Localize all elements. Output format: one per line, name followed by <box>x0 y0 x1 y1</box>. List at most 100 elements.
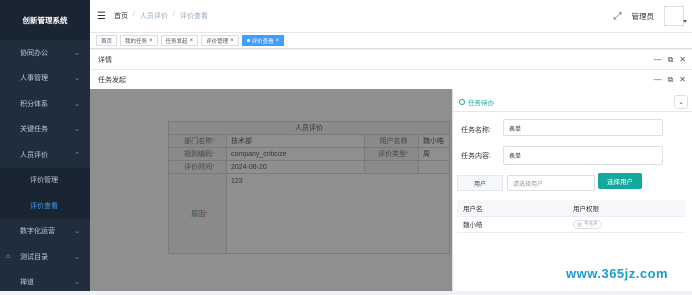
tag-label: 首页 <box>101 37 112 45</box>
user-field-label: 用户 <box>457 175 503 191</box>
sidebar: 创新管理系统 协同办公⌄ 人事管理 ⌄ 积分体系 ⌄ 关键任务 ⌄ 人员评价 ⌃ 评价管… <box>0 0 90 291</box>
top-navbar: ☰ 首页 / 人员评价 / 评价查看 ⤢ 管理员 <box>90 0 692 33</box>
sidebar-item-evaluation[interactable]: 人员评价 ⌃ <box>0 142 90 168</box>
permission-label: 不允许 <box>584 221 598 227</box>
sidebar-item-tasks[interactable]: 关键任务 ⌄ <box>0 117 90 143</box>
detail-panel-title: 详情 <box>98 55 112 65</box>
close-icon[interactable]: ✕ <box>679 75 686 85</box>
sidebar-item-collab[interactable]: 协同办公⌄ <box>0 40 90 66</box>
sidebar-item-zentao[interactable]: 禅道 ⌄ <box>0 270 90 295</box>
minimize-icon[interactable]: — <box>654 75 662 85</box>
tag-eval-view[interactable]: 评价查看× <box>242 35 285 46</box>
time-value: 2024-08-20 <box>227 161 365 174</box>
breadcrumb-separator: / <box>133 11 135 21</box>
user-label: 用户名称 <box>365 135 419 148</box>
user-select-input[interactable]: 请选择用户 <box>507 175 595 191</box>
sidebar-item-label: 关键任务 <box>20 124 48 134</box>
maximize-icon[interactable]: ⧉ <box>668 75 674 85</box>
task-name-label: 任务名称: <box>461 125 491 135</box>
tab-label: 任务待办 <box>468 97 494 107</box>
sidebar-item-hr[interactable]: 人事管理 ⌄ <box>0 66 90 92</box>
close-icon[interactable]: × <box>276 38 280 44</box>
sidebar-item-label: 人员评价 <box>20 150 48 160</box>
detail-panel-header: 详情 — ⧉ ✕ <box>90 50 692 70</box>
sidebar-item-label: 测试目录 <box>20 252 48 262</box>
active-dot-icon <box>247 39 250 42</box>
chevron-down-icon: ⌄ <box>74 278 80 286</box>
breadcrumb-current: 评价查看 <box>180 11 208 21</box>
clock-icon <box>459 99 465 105</box>
chevron-down-icon: ⌄ <box>74 253 80 261</box>
empty-cell <box>419 161 450 174</box>
tag-home[interactable]: 首页 <box>96 35 117 46</box>
maximize-icon[interactable]: ⧉ <box>668 55 674 65</box>
chevron-down-icon: ⌄ <box>74 49 80 57</box>
close-icon[interactable]: × <box>149 38 153 44</box>
chevron-down-icon: ⌄ <box>74 125 80 133</box>
breadcrumb-evaluation: 人员评价 <box>140 11 168 21</box>
close-icon[interactable]: ✕ <box>679 55 686 65</box>
sidebar-item-eval-manage[interactable]: 评价管理 <box>0 168 90 194</box>
task-panel-header: 任务发起 — ⧉ ✕ <box>90 70 692 90</box>
sidebar-item-label: 人事管理 <box>20 73 48 83</box>
rule-value: company_criticize <box>227 148 365 161</box>
type-label: 评价类型* <box>365 148 419 161</box>
dept-label: 部门名称* <box>169 135 227 148</box>
chevron-down-icon: ⌄ <box>74 74 80 82</box>
breadcrumb: 首页 / 人员评价 / 评价查看 <box>114 11 208 21</box>
chevron-down-icon: ⌄ <box>74 100 80 108</box>
user-table: 用户名用户权限 魏小皓 不允许 <box>457 200 686 233</box>
tags-view: 首页 我的任务× 任务发起× 评价管理× 评价查看× <box>90 33 692 49</box>
avatar[interactable] <box>664 6 684 26</box>
rule-label: 规则编码* <box>169 148 227 161</box>
permission-switch[interactable]: 不允许 <box>573 220 602 229</box>
divider <box>453 111 692 112</box>
task-name-input[interactable]: 表单 <box>503 119 663 136</box>
col-header-permission: 用户权限 <box>567 200 686 216</box>
close-icon[interactable]: × <box>230 38 234 44</box>
empty-cell <box>365 161 419 174</box>
sidebar-item-points[interactable]: 积分体系 ⌄ <box>0 91 90 117</box>
sidebar-item-label: 评价查看 <box>30 201 58 211</box>
sidebar-item-label: 禅道 <box>20 277 34 287</box>
sidebar-item-digital[interactable]: 数字化运营⌄ <box>0 219 90 245</box>
sidebar-item-label: 数字化运营 <box>20 226 55 236</box>
task-panel-title: 任务发起 <box>98 75 126 85</box>
row-username: 魏小皓 <box>457 216 567 232</box>
watermark: www.365jz.com <box>566 266 668 281</box>
dept-value: 技术部 <box>227 135 365 148</box>
tag-eval-manage[interactable]: 评价管理× <box>201 35 239 46</box>
tag-label: 评价管理 <box>206 37 228 45</box>
time-label: 评价时间* <box>169 161 227 174</box>
select-user-button[interactable]: 选择用户 <box>598 173 642 189</box>
evaluation-form-table: 人员评价 部门名称* 技术部 用户名称 魏小皓 规则编码* company_cr… <box>168 121 450 254</box>
reason-value: 123 <box>227 174 450 254</box>
hamburger-icon[interactable]: ☰ <box>97 11 106 22</box>
table-row: 魏小皓 不允许 <box>457 216 686 232</box>
tab-task-todo[interactable]: 任务待办 <box>459 97 502 112</box>
type-value: 周 <box>419 148 450 161</box>
sidebar-item-eval-view[interactable]: 评价查看 <box>0 193 90 219</box>
breadcrumb-separator: / <box>173 11 175 21</box>
task-content-textarea[interactable]: 表单 <box>503 146 663 165</box>
app-logo: 创新管理系统 <box>0 0 90 40</box>
reason-label: 原因* <box>169 174 227 254</box>
sidebar-item-test[interactable]: ⌂ 测试目录 ⌄ <box>0 244 90 270</box>
user-value: 魏小皓 <box>419 135 450 148</box>
fullscreen-icon[interactable]: ⤢ <box>614 11 622 22</box>
user-name[interactable]: 管理员 <box>632 11 655 22</box>
chevron-up-icon: ⌃ <box>74 151 80 159</box>
chevron-down-icon[interactable]: ⌄ <box>674 95 688 109</box>
sidebar-item-label: 评价管理 <box>30 175 58 185</box>
tag-label: 我的任务 <box>125 37 147 45</box>
switch-knob-icon <box>577 222 582 227</box>
sidebar-item-label: 积分体系 <box>20 99 48 109</box>
close-icon[interactable]: × <box>190 38 194 44</box>
tag-my-tasks[interactable]: 我的任务× <box>120 35 158 46</box>
tag-label: 评价查看 <box>252 37 274 45</box>
home-icon: ⌂ <box>6 253 10 260</box>
minimize-icon[interactable]: — <box>654 55 662 65</box>
breadcrumb-home[interactable]: 首页 <box>114 11 128 21</box>
col-header-username: 用户名 <box>457 200 567 216</box>
tag-task-start[interactable]: 任务发起× <box>161 35 199 46</box>
